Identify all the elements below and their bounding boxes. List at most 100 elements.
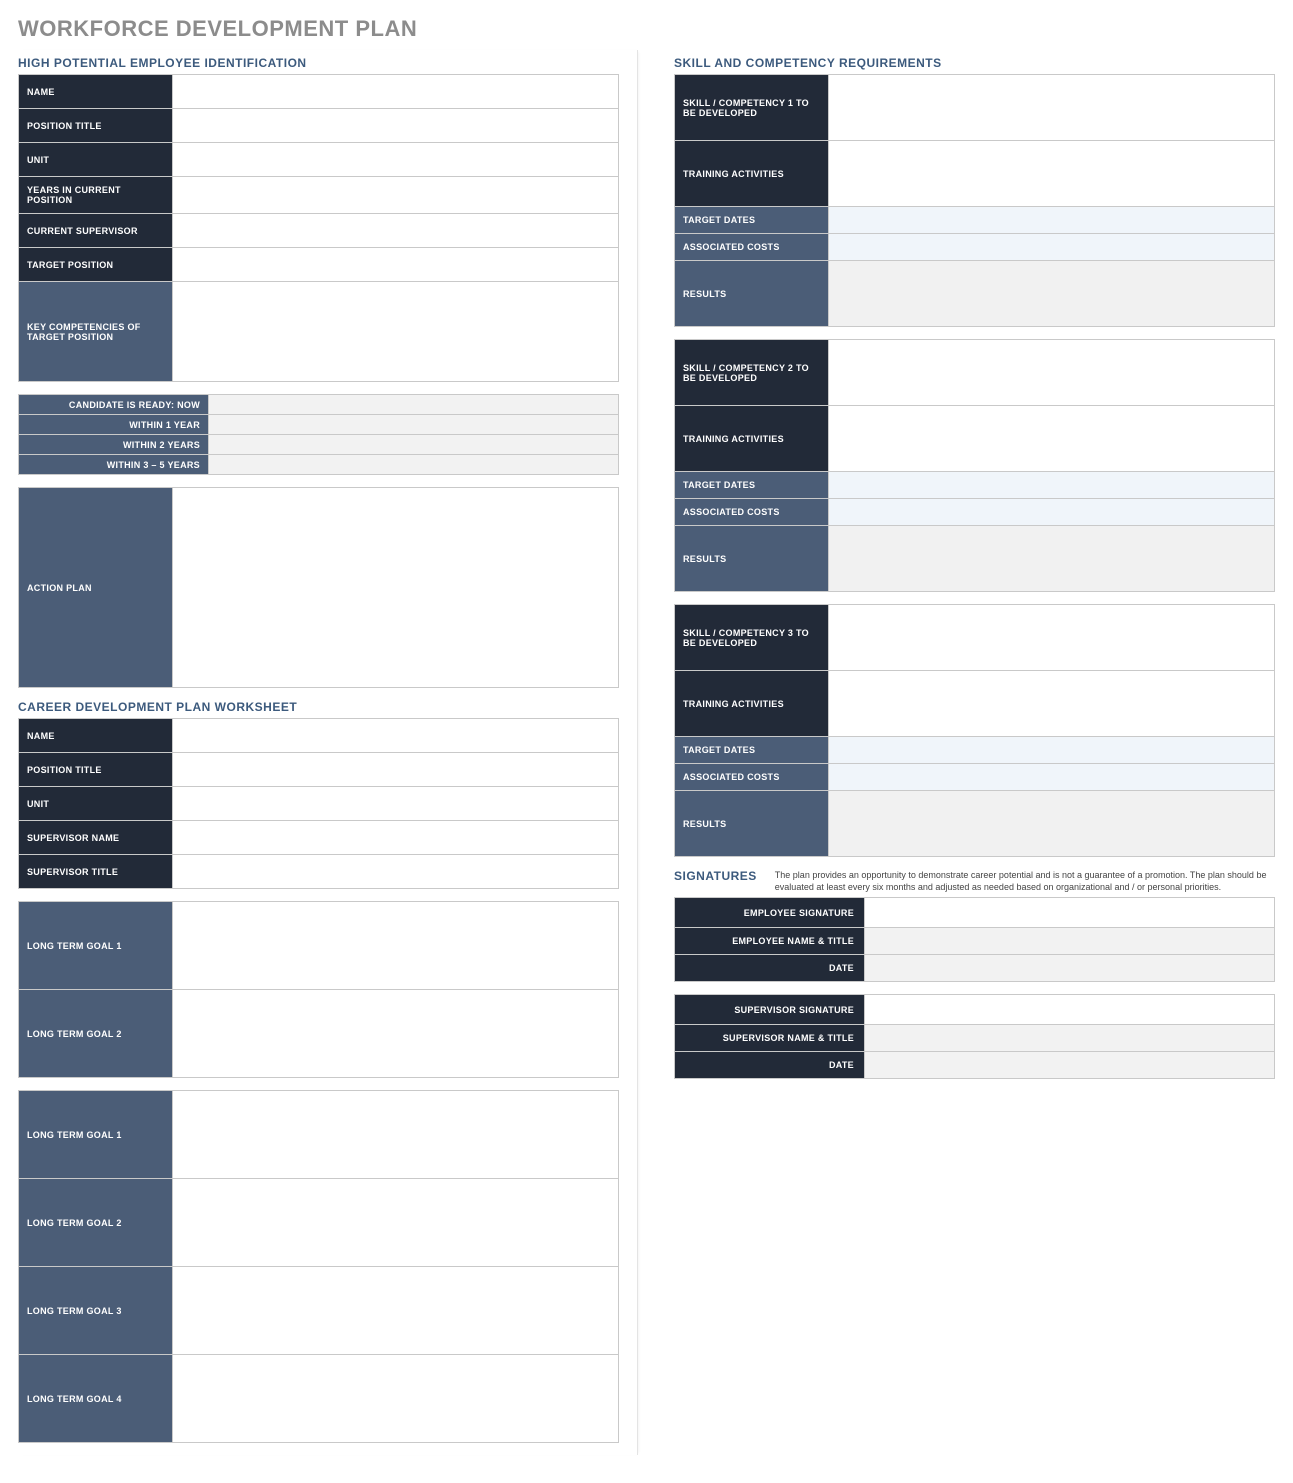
value-costs-3[interactable] [829, 764, 1275, 791]
row-unit: UNIT [19, 143, 619, 177]
value-supervisor[interactable] [173, 214, 619, 248]
value-sup-date[interactable] [865, 1052, 1275, 1079]
label-dates-3: TARGET DATES [675, 737, 829, 764]
row-ltb-4: LONG TERM GOAL 4 [19, 1355, 619, 1443]
value-ready-1y[interactable] [209, 415, 619, 435]
value-target-position[interactable] [173, 248, 619, 282]
row-results-2: RESULTS [675, 526, 1275, 592]
row-position-title: POSITION TITLE [19, 109, 619, 143]
signatures-header: SIGNATURES The plan provides an opportun… [674, 869, 1275, 893]
value-action-plan[interactable] [173, 488, 619, 688]
skill-block-1: SKILL / COMPETENCY 1 TO BE DEVELOPED TRA… [674, 74, 1275, 327]
skill-block-3: SKILL / COMPETENCY 3 TO BE DEVELOPED TRA… [674, 604, 1275, 857]
skill-block-2: SKILL / COMPETENCY 2 TO BE DEVELOPED TRA… [674, 339, 1275, 592]
row-action-plan: ACTION PLAN [19, 488, 619, 688]
row-sup-sig: SUPERVISOR SIGNATURE [675, 995, 1275, 1025]
value-unit[interactable] [173, 143, 619, 177]
row-emp-sig: EMPLOYEE SIGNATURE [675, 898, 1275, 928]
value-ready-now[interactable] [209, 395, 619, 415]
row-training-2: TRAINING ACTIVITIES [675, 406, 1275, 472]
readiness-table: CANDIDATE IS READY: NOW WITHIN 1 YEAR WI… [18, 394, 619, 475]
value-sc1[interactable] [829, 75, 1275, 141]
left-column: HIGH POTENTIAL EMPLOYEE IDENTIFICATION N… [18, 50, 638, 1455]
value-emp-name[interactable] [865, 928, 1275, 955]
long-term-goals-a-table: LONG TERM GOAL 1 LONG TERM GOAL 2 [18, 901, 619, 1078]
signatures-note: The plan provides an opportunity to demo… [775, 869, 1275, 893]
value-key-competencies[interactable] [173, 282, 619, 382]
value-years[interactable] [173, 177, 619, 214]
row-lta-2: LONG TERM GOAL 2 [19, 990, 619, 1078]
value-position-title[interactable] [173, 109, 619, 143]
row-training-3: TRAINING ACTIVITIES [675, 671, 1275, 737]
page-title: WORKFORCE DEVELOPMENT PLAN [18, 16, 1275, 42]
row-emp-name: EMPLOYEE NAME & TITLE [675, 928, 1275, 955]
value-results-2[interactable] [829, 526, 1275, 592]
value-emp-date[interactable] [865, 955, 1275, 982]
label-dates-1: TARGET DATES [675, 207, 829, 234]
label-ready-1y: WITHIN 1 YEAR [19, 415, 209, 435]
employee-signature-table: EMPLOYEE SIGNATURE EMPLOYEE NAME & TITLE… [674, 897, 1275, 982]
label-c-suptitle: SUPERVISOR TITLE [19, 855, 173, 889]
value-c-position[interactable] [173, 753, 619, 787]
value-sc2[interactable] [829, 340, 1275, 406]
label-ltb-2: LONG TERM GOAL 2 [19, 1179, 173, 1267]
row-results-1: RESULTS [675, 261, 1275, 327]
value-dates-3[interactable] [829, 737, 1275, 764]
label-action-plan: ACTION PLAN [19, 488, 173, 688]
value-costs-2[interactable] [829, 499, 1275, 526]
value-ltb-3[interactable] [173, 1267, 619, 1355]
value-sc3[interactable] [829, 605, 1275, 671]
career-info-table: NAME POSITION TITLE UNIT SUPERVISOR NAME… [18, 718, 619, 889]
value-training-3[interactable] [829, 671, 1275, 737]
label-sup-sig: SUPERVISOR SIGNATURE [675, 995, 865, 1025]
row-c-name: NAME [19, 719, 619, 753]
row-ltb-1: LONG TERM GOAL 1 [19, 1091, 619, 1179]
row-ready-2y: WITHIN 2 YEARS [19, 435, 619, 455]
value-ltb-4[interactable] [173, 1355, 619, 1443]
value-c-supname[interactable] [173, 821, 619, 855]
label-lta-1: LONG TERM GOAL 1 [19, 902, 173, 990]
row-target-position: TARGET POSITION [19, 248, 619, 282]
value-training-1[interactable] [829, 141, 1275, 207]
row-supervisor: CURRENT SUPERVISOR [19, 214, 619, 248]
value-costs-1[interactable] [829, 234, 1275, 261]
label-results-3: RESULTS [675, 791, 829, 857]
value-lta-2[interactable] [173, 990, 619, 1078]
value-sup-sig[interactable] [865, 995, 1275, 1025]
value-ready-2y[interactable] [209, 435, 619, 455]
label-results-2: RESULTS [675, 526, 829, 592]
value-training-2[interactable] [829, 406, 1275, 472]
label-target-position: TARGET POSITION [19, 248, 173, 282]
value-c-name[interactable] [173, 719, 619, 753]
label-unit: UNIT [19, 143, 173, 177]
label-costs-1: ASSOCIATED COSTS [675, 234, 829, 261]
row-ltb-3: LONG TERM GOAL 3 [19, 1267, 619, 1355]
value-dates-2[interactable] [829, 472, 1275, 499]
value-lta-1[interactable] [173, 902, 619, 990]
label-supervisor: CURRENT SUPERVISOR [19, 214, 173, 248]
row-ltb-2: LONG TERM GOAL 2 [19, 1179, 619, 1267]
value-results-1[interactable] [829, 261, 1275, 327]
value-sup-name[interactable] [865, 1025, 1275, 1052]
value-ltb-2[interactable] [173, 1179, 619, 1267]
label-c-position: POSITION TITLE [19, 753, 173, 787]
value-c-unit[interactable] [173, 787, 619, 821]
section-skills-title: SKILL AND COMPETENCY REQUIREMENTS [674, 56, 1275, 70]
value-ltb-1[interactable] [173, 1091, 619, 1179]
value-emp-sig[interactable] [865, 898, 1275, 928]
label-ready-35y: WITHIN 3 – 5 YEARS [19, 455, 209, 475]
two-column-layout: HIGH POTENTIAL EMPLOYEE IDENTIFICATION N… [18, 50, 1275, 1455]
row-ready-35y: WITHIN 3 – 5 YEARS [19, 455, 619, 475]
value-name[interactable] [173, 75, 619, 109]
label-c-supname: SUPERVISOR NAME [19, 821, 173, 855]
label-emp-name: EMPLOYEE NAME & TITLE [675, 928, 865, 955]
row-sup-name: SUPERVISOR NAME & TITLE [675, 1025, 1275, 1052]
label-ltb-1: LONG TERM GOAL 1 [19, 1091, 173, 1179]
label-sc2: SKILL / COMPETENCY 2 TO BE DEVELOPED [675, 340, 829, 406]
value-c-suptitle[interactable] [173, 855, 619, 889]
label-costs-3: ASSOCIATED COSTS [675, 764, 829, 791]
value-ready-35y[interactable] [209, 455, 619, 475]
label-dates-2: TARGET DATES [675, 472, 829, 499]
value-dates-1[interactable] [829, 207, 1275, 234]
value-results-3[interactable] [829, 791, 1275, 857]
